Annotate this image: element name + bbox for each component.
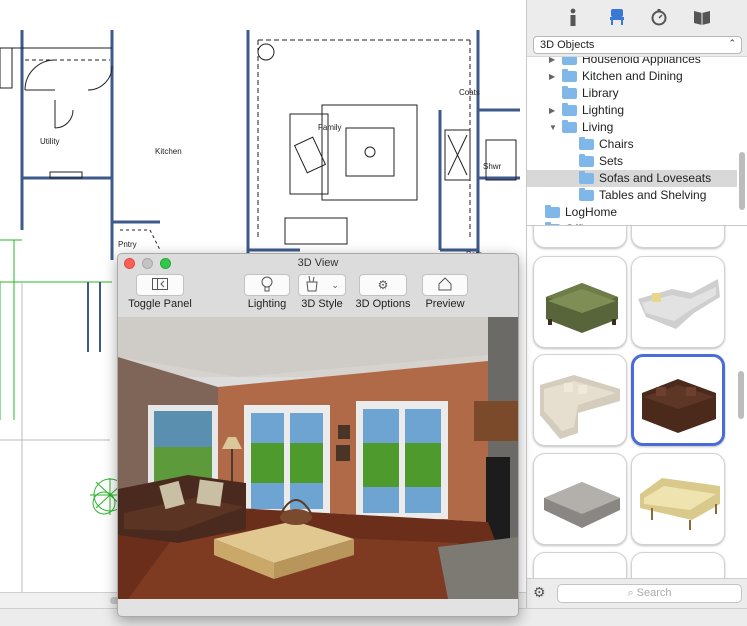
house-icon	[438, 276, 452, 294]
search-icon: ⌕	[627, 587, 637, 599]
brush-cup-icon	[305, 275, 319, 295]
folder-icon	[579, 154, 594, 167]
toggle-panel-button[interactable]	[136, 274, 184, 296]
sofa-green-tile[interactable]	[533, 256, 627, 348]
tree-item-label: Kitchen and Dining	[582, 69, 683, 83]
window-title: 3D View	[297, 257, 339, 269]
book-icon[interactable]	[690, 6, 714, 28]
tree-item-label: Tables and Shelving	[599, 188, 707, 202]
disclosure-closed-icon[interactable]: ▶	[549, 68, 555, 85]
gallery-tile[interactable]	[533, 226, 627, 248]
room-label-family: Family	[318, 123, 342, 132]
gallery-tile[interactable]	[533, 552, 627, 578]
tree-item-kitchen-and-dining[interactable]: ▶ Kitchen and Dining	[527, 68, 737, 85]
preview-label: Preview	[425, 298, 465, 310]
3d-style-button[interactable]: ⌄	[298, 274, 346, 296]
disclosure-open-icon[interactable]: ▼	[549, 119, 557, 136]
folder-icon	[562, 120, 577, 133]
gallery-scrollbar[interactable]	[738, 371, 744, 419]
tree-scrollbar[interactable]	[739, 152, 745, 210]
sectional-white-tile[interactable]	[631, 256, 725, 348]
tree-item-household-appliances[interactable]: ▶ Household Appliances	[527, 56, 737, 68]
folder-icon	[579, 137, 594, 150]
furniture-icon[interactable]	[605, 6, 629, 28]
lightbulb-icon	[261, 276, 273, 295]
living-room-render	[118, 317, 518, 599]
chevron-updown-icon: ⌃	[728, 38, 736, 48]
category-select[interactable]: 3D Objects ⌃	[533, 36, 742, 54]
stopwatch-icon[interactable]	[647, 6, 671, 28]
info-icon[interactable]	[561, 6, 585, 28]
folder-icon	[562, 103, 577, 116]
tree-item-label: Living	[582, 120, 614, 134]
search-placeholder: Search	[636, 587, 672, 599]
room-label-kitchen: Kitchen	[155, 147, 182, 156]
tree-item-label: Household Appliances	[582, 56, 701, 66]
lighting-label: Lighting	[247, 298, 287, 310]
3d-options-button[interactable]: ⚙	[359, 274, 407, 296]
preview-button[interactable]	[422, 274, 468, 296]
disclosure-closed-icon[interactable]: ▶	[549, 102, 555, 119]
tree-item-tables-and-shelving[interactable]: Tables and Shelving	[527, 187, 737, 204]
sectional-beige-tile[interactable]	[533, 354, 627, 446]
folder-icon	[545, 205, 560, 218]
gear-icon: ⚙	[377, 278, 389, 292]
minimize-button[interactable]	[142, 258, 153, 269]
tree-item-library[interactable]: Library	[527, 85, 737, 102]
tree-item-label: Lighting	[582, 103, 625, 117]
settee-yellow-tile[interactable]	[631, 453, 725, 545]
search-bar: ⚙ ⌕ Search	[527, 578, 747, 608]
tree-item-label: LogHome	[565, 205, 618, 219]
3d-render-viewport[interactable]	[118, 317, 518, 599]
lighting-button[interactable]	[244, 274, 290, 296]
sidebar-icon	[152, 277, 168, 293]
search-input[interactable]: ⌕ Search	[557, 584, 742, 603]
room-label-pntry: Pntry	[118, 240, 137, 249]
zoom-button[interactable]	[160, 258, 171, 269]
toggle-panel-label: Toggle Panel	[128, 298, 192, 310]
tree-item-chairs[interactable]: Chairs	[527, 136, 737, 153]
tree-item-lighting[interactable]: ▶ Lighting	[527, 102, 737, 119]
room-label-coats: Coats	[459, 88, 480, 97]
folder-icon	[579, 171, 594, 184]
gallery-tile[interactable]	[631, 552, 725, 578]
folder-icon	[562, 69, 577, 82]
folder-icon	[562, 86, 577, 99]
tree-item-label: Sets	[599, 154, 624, 168]
disclosure-closed-icon[interactable]: ▶	[549, 57, 555, 68]
chevron-down-icon: ⌄	[331, 279, 339, 290]
room-label-shwr: Shwr	[483, 162, 502, 171]
window-footer	[118, 599, 518, 616]
folder-icon	[579, 188, 594, 201]
close-button[interactable]	[124, 258, 135, 269]
category-tree[interactable]: ▶ Household Appliances ▶ Kitchen and Dining…	[527, 56, 747, 226]
gear-icon[interactable]: ⚙	[533, 584, 546, 601]
gallery-tile[interactable]	[631, 226, 725, 248]
tree-item-label: Library	[582, 86, 619, 100]
tree-item-loghome[interactable]: LogHome	[527, 204, 737, 221]
ottoman-gray-tile[interactable]	[533, 453, 627, 545]
tree-item-living[interactable]: ▼ Living	[527, 119, 737, 136]
tree-item-label: Sofas and Loveseats	[599, 171, 712, 185]
room-label-utility: Utility	[40, 137, 60, 146]
tree-item-sets[interactable]: Sets	[527, 153, 737, 170]
sofa-brown-tile-selected[interactable]	[631, 354, 725, 446]
library-panel: 3D Objects ⌃ ▶ Household Appliances ▶ Kitch…	[526, 0, 747, 608]
tree-item-label: Chairs	[599, 137, 634, 151]
panel-tabs	[527, 0, 747, 34]
3d-view-window[interactable]: 3D View Toggle Panel Lighting ⌄ 3D Style…	[117, 253, 519, 617]
category-select-value: 3D Objects	[540, 39, 595, 51]
tree-item-sofas-and-loveseats[interactable]: Sofas and Loveseats	[527, 170, 737, 187]
3d-options-label: 3D Options	[355, 298, 411, 310]
object-gallery[interactable]	[527, 226, 747, 578]
3d-style-label: 3D Style	[301, 298, 343, 310]
folder-icon	[562, 57, 577, 65]
